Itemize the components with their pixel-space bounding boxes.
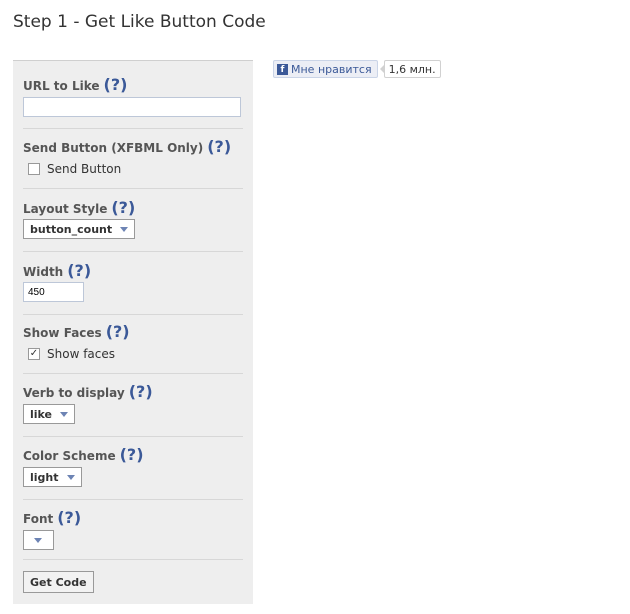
layout-help-link[interactable]: (?) (111, 198, 135, 217)
url-input[interactable] (23, 97, 241, 117)
faces-checkbox[interactable]: ✓ (28, 348, 40, 360)
verb-select[interactable]: like (23, 404, 76, 424)
verb-select-value: like (30, 407, 53, 421)
width-help-link[interactable]: (?) (67, 261, 91, 280)
divider (23, 128, 243, 129)
send-checkbox[interactable] (28, 163, 40, 175)
font-label: Font (23, 512, 54, 526)
width-label: Width (23, 265, 64, 279)
divider (23, 314, 243, 315)
layout-select[interactable]: button_count (23, 219, 136, 239)
chevron-down-icon (66, 474, 75, 480)
divider (23, 188, 243, 189)
get-code-button[interactable]: Get Code (23, 571, 94, 593)
send-help-link[interactable]: (?) (207, 137, 231, 156)
divider (23, 373, 243, 374)
faces-help-link[interactable]: (?) (106, 322, 130, 341)
width-section: Width (?) (23, 261, 243, 280)
like-button[interactable]: f Мне нравится (273, 60, 378, 78)
layout-section: Layout Style (?) (23, 198, 243, 217)
divider (23, 499, 243, 500)
like-button-label: Мне нравится (291, 62, 372, 76)
send-label: Send Button (XFBML Only) (23, 141, 204, 155)
url-help-link[interactable]: (?) (104, 75, 128, 94)
like-count-bubble: 1,6 млн. (379, 60, 441, 78)
layout-label: Layout Style (23, 202, 108, 216)
faces-label: Show Faces (23, 326, 102, 340)
chevron-down-icon (120, 226, 129, 232)
color-section: Color Scheme (?) (23, 445, 243, 464)
like-button-preview: f Мне нравится 1,6 млн. (273, 60, 441, 78)
font-section: Font (?) (23, 508, 243, 527)
chevron-down-icon (34, 537, 42, 543)
faces-checkbox-row[interactable]: ✓ Show faces (28, 347, 115, 361)
send-checkbox-row[interactable]: Send Button (28, 162, 121, 176)
layout-select-value: button_count (30, 222, 113, 236)
divider (23, 559, 243, 560)
verb-help-link[interactable]: (?) (129, 382, 153, 401)
color-help-link[interactable]: (?) (120, 445, 144, 464)
faces-checkbox-label[interactable]: Show faces (47, 347, 115, 361)
divider (23, 251, 243, 252)
url-label: URL to Like (23, 79, 100, 93)
color-select[interactable]: light (23, 467, 82, 487)
send-checkbox-label[interactable]: Send Button (47, 162, 121, 176)
verb-section: Verb to display (?) (23, 382, 243, 401)
url-section: URL to Like (?) (23, 75, 243, 94)
width-input[interactable] (23, 282, 84, 302)
font-help-link[interactable]: (?) (57, 508, 81, 527)
divider (23, 436, 243, 437)
facebook-icon: f (277, 63, 288, 75)
verb-label: Verb to display (23, 386, 125, 400)
page-title: Step 1 - Get Like Button Code (13, 12, 266, 32)
color-select-value: light (30, 470, 59, 484)
faces-section: Show Faces (?) (23, 322, 243, 341)
font-select[interactable] (23, 530, 54, 550)
settings-panel: URL to Like (?) Send Button (XFBML Only)(… (13, 60, 253, 604)
color-label: Color Scheme (23, 449, 116, 463)
chevron-down-icon (60, 411, 69, 417)
send-section: Send Button (XFBML Only) (?) (23, 137, 243, 156)
